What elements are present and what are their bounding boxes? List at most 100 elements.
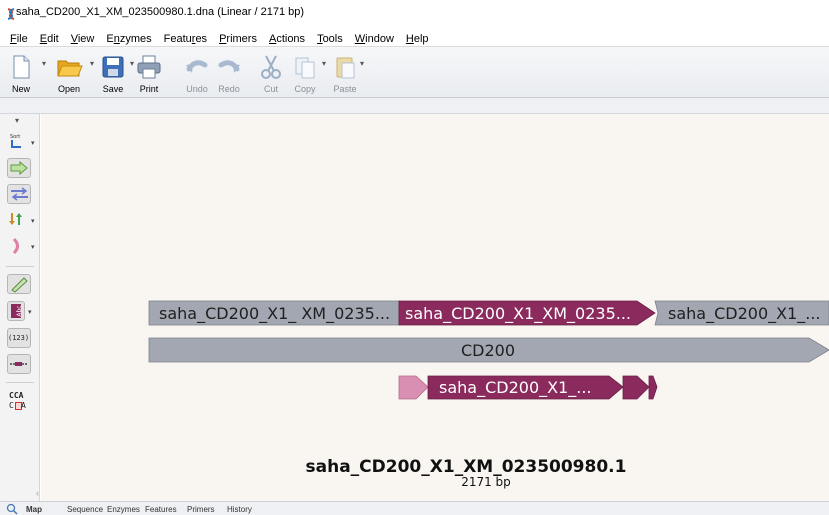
- panel-separator-2: [6, 382, 34, 383]
- redo-label: Redo: [218, 84, 240, 94]
- sequence-length: 2171 bp: [461, 475, 511, 489]
- open-button[interactable]: Open: [52, 51, 86, 97]
- pencil-tool[interactable]: [7, 274, 31, 294]
- tab-history[interactable]: History: [227, 505, 252, 514]
- copy-pages-icon: [295, 57, 315, 79]
- print-button[interactable]: Print: [132, 51, 166, 97]
- copy-dropdown-icon[interactable]: ▾: [322, 59, 326, 68]
- menu-text: dit: [47, 33, 59, 45]
- menu-item-tools[interactable]: Tools: [317, 33, 343, 45]
- abc-tool[interactable]: Abc: [7, 301, 25, 321]
- menu-text: Featu: [163, 33, 192, 45]
- paste-dropdown-icon[interactable]: ▾: [360, 59, 364, 68]
- open-folder-icon: [57, 60, 83, 77]
- new-file-icon: [13, 55, 30, 79]
- sequence-map-canvas[interactable]: saha_CD200_X1_ XM_0235... saha_CD200_X1_…: [41, 114, 829, 501]
- strand-tool[interactable]: [7, 184, 31, 204]
- exchange-tool[interactable]: [7, 210, 31, 230]
- tab-features[interactable]: Features: [145, 505, 177, 514]
- abc-icon: Abc: [11, 304, 23, 318]
- menu-item-enzymes[interactable]: Enzymes: [106, 33, 151, 45]
- tab-sequence[interactable]: Sequence: [67, 505, 103, 514]
- scissors-icon: [261, 55, 281, 79]
- tab-primers[interactable]: Primers: [187, 505, 215, 514]
- bracket-dropdown-icon[interactable]: ▾: [31, 243, 35, 251]
- menu-item-window[interactable]: Window: [355, 33, 394, 45]
- bracket-tool[interactable]: [7, 236, 31, 256]
- title-bar: saha_CD200_X1_XM_023500980.1.dna (Linear…: [0, 0, 829, 32]
- sort-tool[interactable]: Sort: [7, 132, 31, 152]
- menu-text: indow: [365, 33, 394, 45]
- new-button[interactable]: New: [4, 51, 38, 97]
- menu-accelerator: E: [39, 33, 48, 45]
- menu-text: rimers: [226, 33, 257, 45]
- feature-exon-arrow-3[interactable]: [648, 375, 658, 400]
- number-label: (123): [8, 334, 30, 342]
- paste-label: Paste: [333, 84, 357, 94]
- menu-item-actions[interactable]: Actions: [269, 33, 305, 45]
- copy-button[interactable]: Copy: [288, 51, 322, 97]
- menu-item-features[interactable]: Features: [164, 33, 207, 45]
- tab-enzymes[interactable]: Enzymes: [107, 505, 140, 514]
- redo-button[interactable]: Redo: [212, 51, 246, 97]
- menu-text: E: [106, 33, 114, 45]
- redo-arrow-icon: [218, 60, 240, 73]
- menu-item-primers[interactable]: Primers: [219, 33, 257, 45]
- strand-icon: [11, 187, 28, 201]
- new-label: New: [11, 84, 30, 94]
- codon-tool[interactable]: CCA C A: [7, 389, 31, 415]
- menu-accelerator: W: [354, 33, 366, 45]
- codon-top-label: CCA: [9, 391, 24, 400]
- menu-accelerator: F: [10, 33, 17, 45]
- feature-exon-arrow-2[interactable]: [622, 375, 650, 400]
- sequence-name: saha_CD200_X1_XM_023500980.1: [306, 457, 627, 477]
- menu-text: ctions: [276, 33, 306, 45]
- feature-label-row1-left: saha_CD200_X1_ XM_0235...: [159, 304, 390, 324]
- paste-button[interactable]: Paste: [328, 51, 362, 97]
- save-button[interactable]: Save: [96, 51, 130, 97]
- view-tab-bar: Map Sequence Enzymes Features Primers History: [0, 501, 829, 515]
- menu-accelerator: H: [405, 33, 414, 45]
- exchange-icon: [9, 213, 22, 225]
- menu-text: elp: [413, 33, 429, 45]
- scroll-left-icon[interactable]: ‹: [36, 488, 39, 498]
- paste-clipboard-icon: [336, 57, 355, 79]
- menu-item-file[interactable]: File: [10, 33, 28, 45]
- menu-text: es: [195, 33, 208, 45]
- open-label: Open: [57, 84, 81, 94]
- search-icon[interactable]: [6, 503, 18, 515]
- exchange-dropdown-icon[interactable]: ▾: [31, 217, 35, 225]
- feature-pink-arrow[interactable]: [398, 375, 429, 400]
- sort-label: Sort: [10, 134, 20, 140]
- menu-accelerator: V: [70, 33, 78, 45]
- menu-text: ile: [16, 33, 28, 45]
- new-dropdown-icon[interactable]: ▾: [42, 59, 46, 68]
- menu-bar: File Edit View Enzymes Features Primers Action…: [0, 32, 829, 46]
- feature-label-row1-right: saha_CD200_X1_...: [668, 304, 821, 324]
- menu-item-view[interactable]: View: [71, 33, 95, 45]
- abc-dropdown-icon[interactable]: ▾: [28, 308, 32, 316]
- tab-map[interactable]: Map: [26, 505, 42, 514]
- menu-text: ools: [322, 33, 343, 45]
- toolbar-substrip: [0, 98, 829, 114]
- menu-text: iew: [77, 33, 95, 45]
- svg-text:Abc: Abc: [16, 305, 23, 316]
- ruler-icon: [10, 362, 28, 366]
- sort-dropdown-icon[interactable]: ▾: [31, 139, 35, 147]
- feature-label-row3: saha_CD200_X1_...: [439, 378, 592, 398]
- ruler-tool[interactable]: [7, 354, 31, 374]
- toolbar: New ▾ Open ▾ Save ▾ Print Undo Redo Cut …: [0, 46, 829, 98]
- pencil-icon: [11, 277, 28, 293]
- printer-icon: [137, 55, 161, 79]
- menu-item-help[interactable]: Help: [406, 33, 429, 45]
- open-dropdown-icon[interactable]: ▾: [90, 59, 94, 68]
- snapgene-app-icon: [7, 8, 15, 20]
- feature-arrow-tool[interactable]: [7, 158, 31, 178]
- save-disk-icon: [102, 56, 124, 78]
- feature-label-cd200: CD200: [461, 341, 515, 360]
- menu-item-edit[interactable]: Edit: [40, 33, 59, 45]
- print-label: Print: [139, 84, 159, 94]
- panel-collapse-icon[interactable]: ▾: [15, 116, 19, 125]
- window-title: saha_CD200_X1_XM_023500980.1.dna (Linear…: [16, 6, 305, 18]
- codon-bottom-left: C: [9, 401, 14, 410]
